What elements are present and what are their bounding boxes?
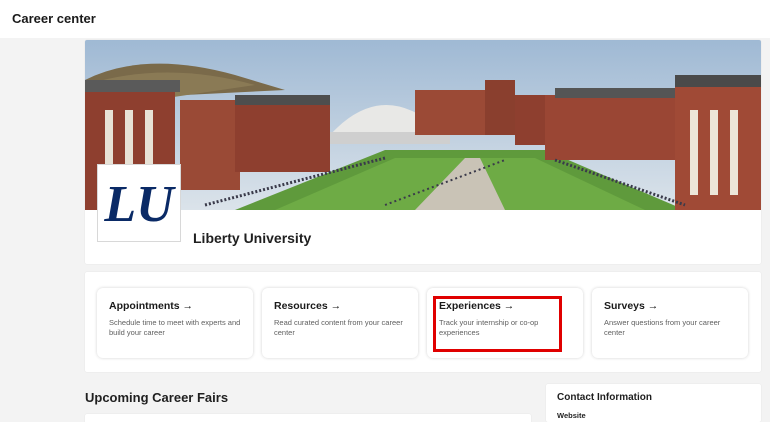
contact-title: Contact Information <box>557 392 652 403</box>
resources-title: Resources → <box>274 300 342 312</box>
university-name: Liberty University <box>193 230 312 246</box>
website-label: Website <box>557 411 586 420</box>
page-title: Career center <box>12 11 96 26</box>
quick-links-card: Appointments → Schedule time to meet wit… <box>85 272 761 372</box>
career-fairs-heading: Upcoming Career Fairs <box>85 390 229 405</box>
appointments-description: Schedule time to meet with experts and b… <box>109 318 241 337</box>
surveys-title: Surveys → <box>604 300 659 312</box>
resources-tile[interactable]: Resources → Read curated content from yo… <box>262 288 418 358</box>
top-bar: Career center <box>0 0 770 38</box>
campus-banner-image <box>85 40 761 210</box>
surveys-description: Answer questions from your career center <box>604 318 721 337</box>
experiences-tile[interactable]: Experiences → Track your internship or c… <box>427 288 583 358</box>
experiences-title: Experiences → <box>439 300 515 312</box>
main-content: LU Liberty University Appointments → Sch… <box>0 38 770 426</box>
appointments-tile[interactable]: Appointments → Schedule time to meet wit… <box>97 288 253 358</box>
surveys-tile[interactable]: Surveys → Answer questions from your car… <box>592 288 748 358</box>
logo-lettering: LU <box>103 176 176 233</box>
experiences-description: Track your internship or co-op experienc… <box>439 318 539 337</box>
contact-information-card: Contact Information Website <box>546 384 761 422</box>
hero-card: LU Liberty University <box>85 40 761 264</box>
university-logo: LU <box>97 164 181 242</box>
resources-description: Read curated content from your career ce… <box>274 318 403 337</box>
appointments-title: Appointments → <box>109 300 193 312</box>
bottom-strip <box>0 422 770 434</box>
